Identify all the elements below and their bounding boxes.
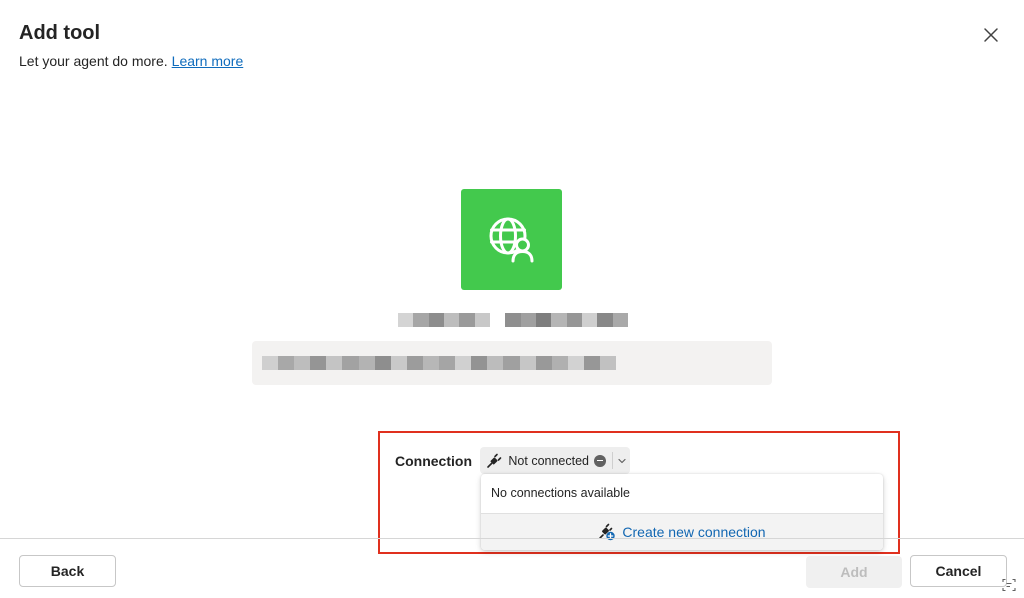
tool-name-redacted <box>398 313 628 327</box>
learn-more-link[interactable]: Learn more <box>172 53 244 69</box>
footer-divider <box>0 538 1024 539</box>
add-button[interactable]: Add <box>806 556 902 588</box>
cancel-button[interactable]: Cancel <box>910 555 1007 587</box>
screenshot-capture-icon[interactable] <box>1000 577 1018 593</box>
connection-status: Not connected <box>508 453 589 468</box>
tool-description-redacted <box>252 341 772 385</box>
no-connections-message: No connections available <box>491 486 630 500</box>
globe-person-icon <box>489 217 533 262</box>
chevron-down-icon[interactable] <box>615 453 630 469</box>
connection-dropdown[interactable]: Not connected <box>480 447 630 474</box>
dialog-subtitle: Let your agent do more. Learn more <box>19 53 243 69</box>
close-icon <box>984 28 998 42</box>
plug-icon <box>485 452 502 470</box>
connection-label: Connection <box>395 453 472 469</box>
not-connected-status-icon <box>594 454 606 467</box>
dialog-title: Add tool <box>19 22 101 44</box>
tool-icon-tile <box>461 189 562 290</box>
subtitle-text: Let your agent do more. <box>19 53 168 69</box>
close-button[interactable] <box>978 22 1004 48</box>
create-new-connection-button[interactable]: Create new connection <box>481 513 883 550</box>
dropdown-separator <box>611 452 613 469</box>
back-button[interactable]: Back <box>19 555 116 587</box>
